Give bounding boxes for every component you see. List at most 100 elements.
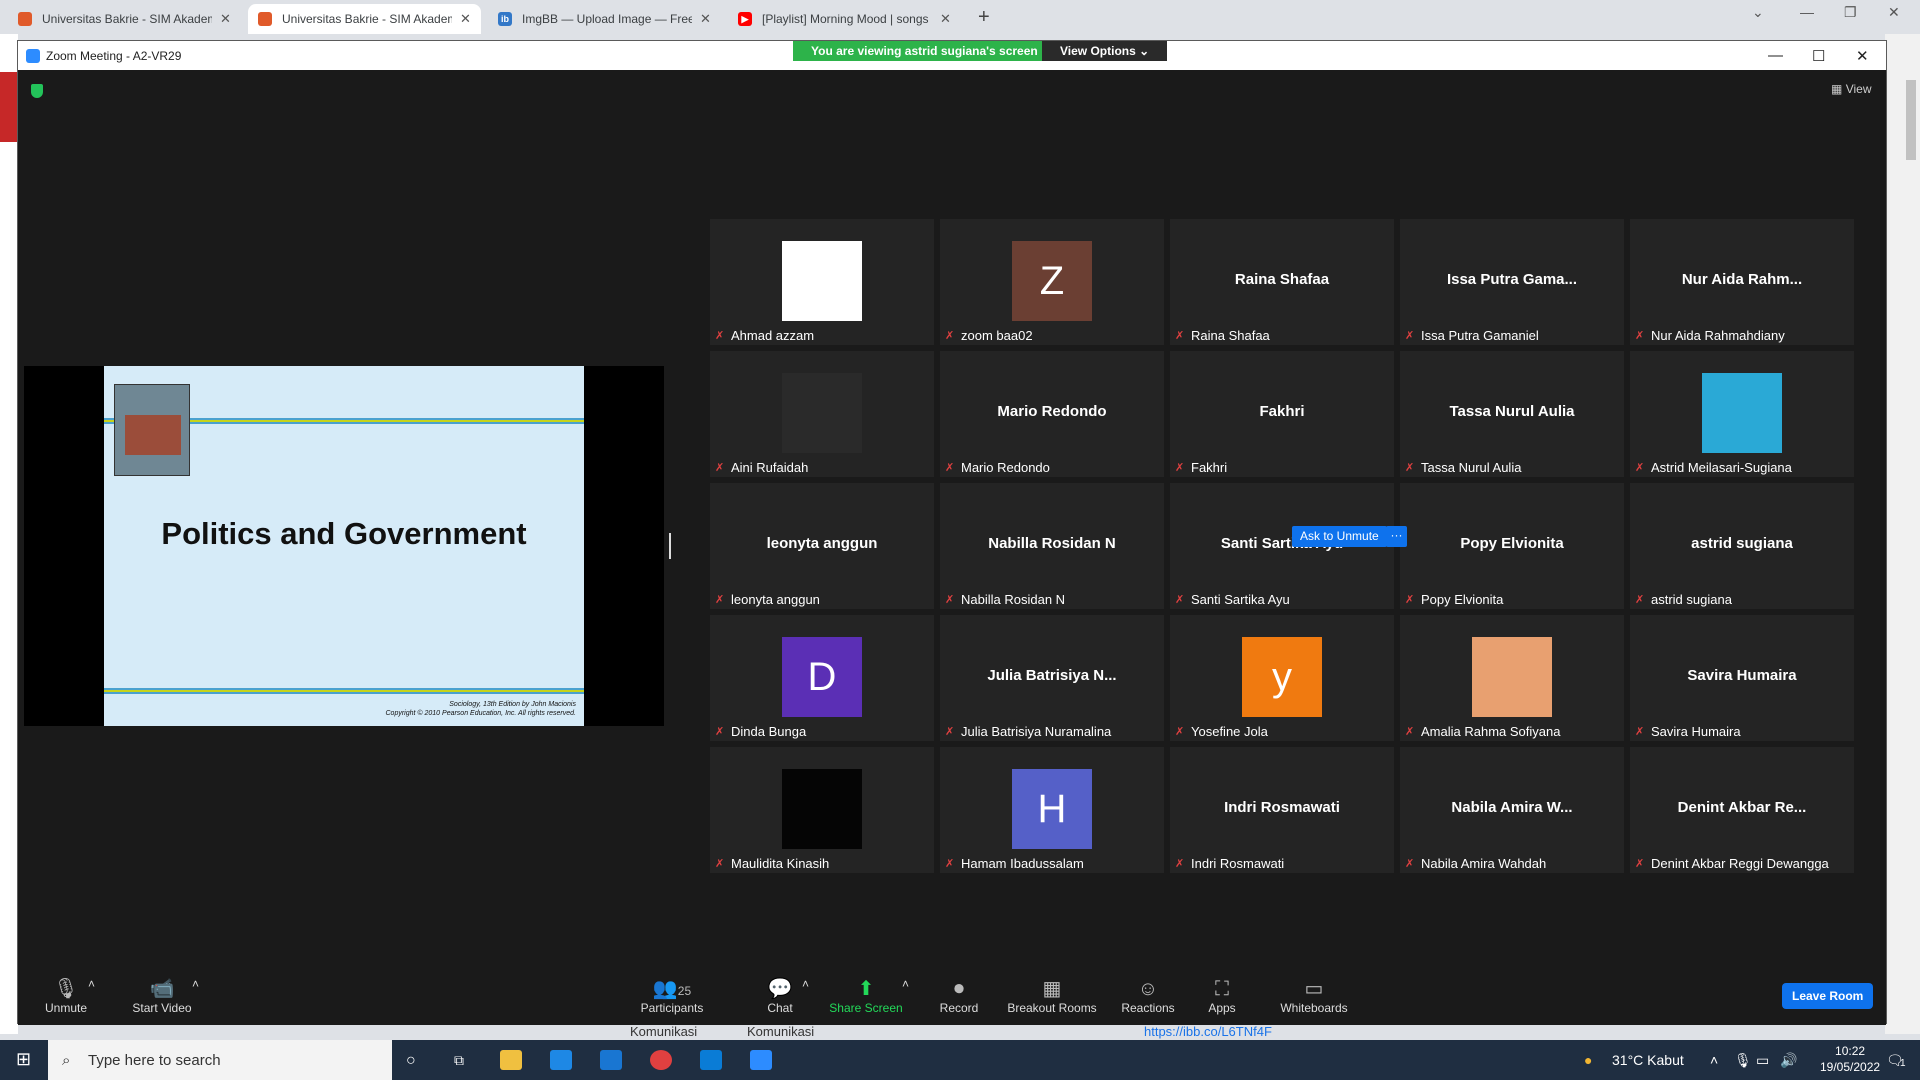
whiteboards-button[interactable]: ▭ Whiteboards: [1274, 977, 1354, 1015]
network-icon[interactable]: ▭: [1756, 1052, 1769, 1069]
record-button[interactable]: ⏺ Record: [934, 977, 984, 1015]
video-options-chevron-icon[interactable]: ˄: [192, 977, 199, 991]
participant-tile[interactable]: ✗ Maulidita Kinasih: [710, 747, 934, 873]
browser-tab[interactable]: ibImgBB — Upload Image — Free Image Host…: [488, 4, 721, 34]
chat-button[interactable]: 💬 Chat: [760, 977, 800, 1015]
restore-icon[interactable]: ❐: [1844, 4, 1857, 21]
muted-mic-icon: ✗: [945, 725, 955, 738]
participant-tile[interactable]: Denint Akbar Re... ✗ Denint Akbar Reggi De…: [1630, 747, 1854, 873]
taskbar-search-box[interactable]: ⌕ Type here to search: [48, 1040, 392, 1080]
participant-tile[interactable]: y ✗ Yosefine Jola: [1170, 615, 1394, 741]
zoom-minimize-icon[interactable]: —: [1768, 47, 1783, 64]
clock[interactable]: 10:22 19/05/2022: [1820, 1043, 1880, 1075]
reactions-button[interactable]: ☺ Reactions: [1118, 977, 1178, 1015]
audio-options-chevron-icon[interactable]: ˄: [88, 977, 95, 991]
participant-name: Aini Rufaidah: [731, 460, 809, 475]
security-shield-icon[interactable]: [31, 84, 43, 98]
share-options-chevron-icon[interactable]: ˄: [902, 977, 909, 991]
new-tab-icon[interactable]: +: [978, 6, 990, 29]
zoom-logo-icon: [26, 48, 40, 63]
task-view-icon[interactable]: ⧉: [454, 1052, 464, 1069]
close-tab-icon[interactable]: ✕: [460, 11, 471, 27]
participant-display-name: Julia Batrisiya N...: [987, 667, 1117, 684]
chat-options-chevron-icon[interactable]: ˄: [802, 977, 809, 991]
viewing-screen-banner: You are viewing astrid sugiana's screen: [793, 41, 1056, 61]
participant-name: Maulidita Kinasih: [731, 856, 830, 871]
muted-mic-icon: ✗: [945, 593, 955, 606]
participant-tile[interactable]: Nur Aida Rahm... ✗ Nur Aida Rahmahdiany: [1630, 219, 1854, 345]
grid-icon: ▦: [1831, 82, 1843, 96]
unmute-button[interactable]: 🎙 Unmute: [42, 977, 90, 1015]
mail-icon[interactable]: [600, 1050, 622, 1070]
participants-label: Participants: [640, 1001, 704, 1015]
store-icon[interactable]: [550, 1050, 572, 1070]
participant-tile[interactable]: D ✗ Dinda Bunga: [710, 615, 934, 741]
leave-room-button[interactable]: Leave Room: [1782, 983, 1874, 1009]
participants-button[interactable]: 👥25 Participants: [632, 977, 712, 1015]
weather-text[interactable]: 31°C Kabut: [1612, 1052, 1684, 1068]
volume-icon[interactable]: 🔊: [1780, 1052, 1797, 1069]
participant-tile[interactable]: ✗ Ahmad azzam: [710, 219, 934, 345]
microphone-icon[interactable]: 🎙: [1734, 1052, 1752, 1069]
start-video-button[interactable]: 📹 Start Video: [122, 977, 202, 1015]
participant-tile[interactable]: Tassa Nurul Aulia ✗ Tassa Nurul Aulia: [1400, 351, 1624, 477]
participant-tile[interactable]: astrid sugiana ✗ astrid sugiana: [1630, 483, 1854, 609]
minimize-icon[interactable]: —: [1800, 4, 1814, 20]
participant-name: Hamam Ibadussalam: [961, 856, 1084, 871]
participant-tile[interactable]: Z ✗ zoom baa02: [940, 219, 1164, 345]
participant-tile[interactable]: Mario Redondo ✗ Mario Redondo: [940, 351, 1164, 477]
muted-mic-icon: 🎙: [53, 978, 79, 1000]
close-window-icon[interactable]: ✕: [1888, 4, 1900, 21]
youtube-favicon-icon: ▶: [738, 12, 752, 26]
background-link[interactable]: https://ibb.co/L6TNf4F: [1144, 1024, 1272, 1040]
browser-page-left: [0, 34, 18, 1034]
close-tab-icon[interactable]: ✕: [940, 11, 951, 27]
teamviewer-icon[interactable]: [700, 1050, 722, 1070]
participant-name-label: ✗ Savira Humaira: [1635, 723, 1741, 740]
participant-name-label: ✗ Aini Rufaidah: [715, 459, 808, 476]
close-tab-icon[interactable]: ✕: [220, 11, 231, 27]
participant-tile[interactable]: ✗ Aini Rufaidah: [710, 351, 934, 477]
view-button[interactable]: ▦ View: [1831, 82, 1871, 96]
participant-name-label: ✗ Issa Putra Gamaniel: [1405, 327, 1539, 344]
participant-tile[interactable]: Julia Batrisiya N... ✗ Julia Batrisiya Nur…: [940, 615, 1164, 741]
participant-tile[interactable]: Nabilla Rosidan N ✗ Nabilla Rosidan N: [940, 483, 1164, 609]
chrome-icon[interactable]: [650, 1050, 672, 1070]
participant-avatar: [1702, 373, 1782, 453]
file-explorer-icon[interactable]: [500, 1050, 522, 1070]
split-resize-handle[interactable]: [669, 533, 671, 559]
zoom-close-icon[interactable]: ✕: [1856, 47, 1869, 65]
participant-tile[interactable]: Nabila Amira W... ✗ Nabila Amira Wahdah: [1400, 747, 1624, 873]
video-off-icon: 📹: [149, 978, 175, 1000]
participant-tile[interactable]: Issa Putra Gama... ✗ Issa Putra Gamaniel: [1400, 219, 1624, 345]
muted-mic-icon: ✗: [715, 725, 725, 738]
ask-to-unmute-button[interactable]: Ask to Unmute: [1292, 526, 1387, 547]
zoom-maximize-icon[interactable]: ☐: [1812, 47, 1825, 65]
browser-tab-active[interactable]: Universitas Bakrie - SIM Akademik ✕: [248, 4, 481, 34]
apps-button[interactable]: ⛶ Apps: [1202, 977, 1242, 1015]
view-options-button[interactable]: View Options ⌄: [1042, 41, 1168, 61]
participant-tile[interactable]: Savira Humaira ✗ Savira Humaira: [1630, 615, 1854, 741]
participant-tile[interactable]: ✗ Astrid Meilasari-Sugiana: [1630, 351, 1854, 477]
more-options-button[interactable]: ···: [1386, 526, 1407, 547]
page-scrollbar[interactable]: [1906, 80, 1916, 160]
zoom-taskbar-icon[interactable]: [750, 1050, 772, 1070]
breakout-rooms-button[interactable]: ▦ Breakout Rooms: [1002, 977, 1102, 1015]
close-tab-icon[interactable]: ✕: [700, 11, 711, 27]
participants-icon: 👥25: [652, 978, 692, 1000]
participant-tile[interactable]: Raina Shafaa ✗ Raina Shafaa: [1170, 219, 1394, 345]
participant-tile[interactable]: Fakhri ✗ Fakhri: [1170, 351, 1394, 477]
browser-tab[interactable]: ▶[Playlist] Morning Mood | songs to star…: [728, 4, 961, 34]
participant-tile[interactable]: H ✗ Hamam Ibadussalam: [940, 747, 1164, 873]
browser-tab[interactable]: Universitas Bakrie - SIM Akademik ✕: [8, 4, 241, 34]
participant-tile[interactable]: Indri Rosmawati ✗ Indri Rosmawati: [1170, 747, 1394, 873]
participant-tile[interactable]: Popy Elvionita ✗ Popy Elvionita: [1400, 483, 1624, 609]
participant-tile[interactable]: leonyta anggun ✗ leonyta anggun: [710, 483, 934, 609]
tray-chevron-icon[interactable]: ˄: [1710, 1052, 1718, 1068]
share-screen-button[interactable]: ⬆ Share Screen: [824, 977, 908, 1015]
windows-start-icon[interactable]: ⊞: [16, 1049, 31, 1070]
tab-search-chevron-icon[interactable]: ⌄: [1752, 4, 1764, 21]
participant-tile[interactable]: ✗ Amalia Rahma Sofiyana: [1400, 615, 1624, 741]
participant-display-name: Raina Shafaa: [1234, 271, 1330, 288]
cortana-icon[interactable]: ○: [406, 1052, 416, 1070]
